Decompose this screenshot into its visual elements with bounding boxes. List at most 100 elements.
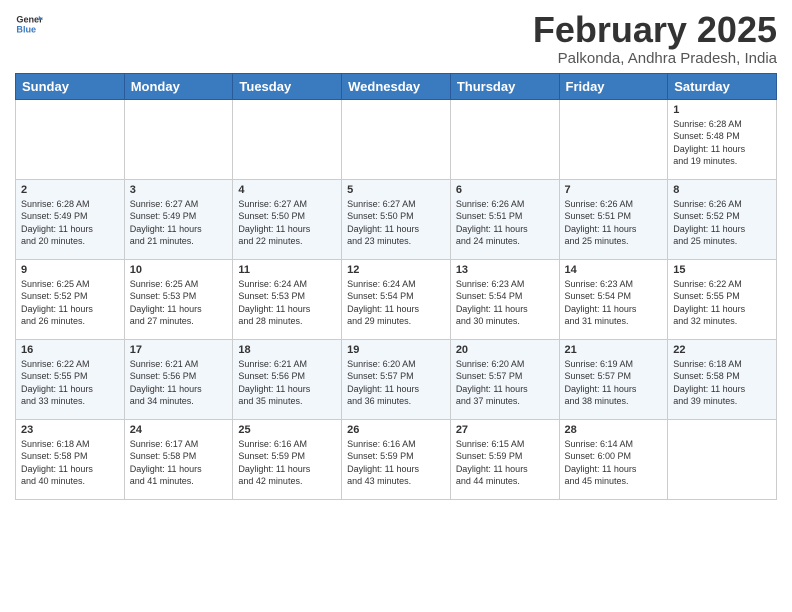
day-number: 15 <box>673 264 771 276</box>
header-day-friday: Friday <box>559 73 668 99</box>
day-cell <box>668 419 777 499</box>
day-cell: 19 Sunrise: 6:20 AM Sunset: 5:57 PM Dayli… <box>342 339 451 419</box>
day-cell: 16Sunrise: 6:22 AM Sunset: 5:55 PM Dayli… <box>16 339 125 419</box>
day-number: 22 <box>673 344 771 356</box>
day-cell: 10 Sunrise: 6:25 AM Sunset: 5:53 PM Dayli… <box>124 259 233 339</box>
header-day-sunday: Sunday <box>16 73 125 99</box>
header-day-saturday: Saturday <box>668 73 777 99</box>
header-day-tuesday: Tuesday <box>233 73 342 99</box>
calendar-subtitle: Palkonda, Andhra Pradesh, India <box>533 50 777 67</box>
day-cell: 28Sunrise: 6:14 AM Sunset: 6:00 PM Dayli… <box>559 419 668 499</box>
day-cell: 3 Sunrise: 6:27 AM Sunset: 5:49 PM Daylig… <box>124 179 233 259</box>
day-number: 18 <box>238 344 336 356</box>
day-number: 12 <box>347 264 445 276</box>
day-info: Sunrise: 6:20 AM Sunset: 5:57 PM Dayligh… <box>347 358 445 408</box>
day-cell: 14 Sunrise: 6:23 AM Sunset: 5:54 PM Dayli… <box>559 259 668 339</box>
day-number: 24 <box>130 424 228 436</box>
day-number: 19 <box>347 344 445 356</box>
day-number: 2 <box>21 184 119 196</box>
day-info: Sunrise: 6:25 AM Sunset: 5:53 PM Dayligh… <box>130 278 228 328</box>
day-info: Sunrise: 6:18 AM Sunset: 5:58 PM Dayligh… <box>21 438 119 488</box>
day-info: Sunrise: 6:28 AM Sunset: 5:49 PM Dayligh… <box>21 198 119 248</box>
week-row-1: 2 Sunrise: 6:28 AM Sunset: 5:49 PM Daylig… <box>16 179 777 259</box>
page: General Blue February 2025 Palkonda, And… <box>0 0 792 510</box>
day-number: 28 <box>565 424 663 436</box>
week-row-0: 1 Sunrise: 6:28 AM Sunset: 5:48 PM Daylig… <box>16 99 777 179</box>
logo: General Blue <box>15 10 43 38</box>
day-info: Sunrise: 6:26 AM Sunset: 5:52 PM Dayligh… <box>673 198 771 248</box>
day-info: Sunrise: 6:20 AM Sunset: 5:57 PM Dayligh… <box>456 358 554 408</box>
calendar-header: SundayMondayTuesdayWednesdayThursdayFrid… <box>16 73 777 99</box>
day-info: Sunrise: 6:28 AM Sunset: 5:48 PM Dayligh… <box>673 118 771 168</box>
svg-text:Blue: Blue <box>16 24 36 34</box>
day-cell: 22 Sunrise: 6:18 AM Sunset: 5:58 PM Dayli… <box>668 339 777 419</box>
logo-icon: General Blue <box>15 10 43 38</box>
day-number: 1 <box>673 104 771 116</box>
day-info: Sunrise: 6:22 AM Sunset: 5:55 PM Dayligh… <box>21 358 119 408</box>
day-cell: 7 Sunrise: 6:26 AM Sunset: 5:51 PM Daylig… <box>559 179 668 259</box>
day-cell: 8Sunrise: 6:26 AM Sunset: 5:52 PM Daylig… <box>668 179 777 259</box>
day-cell: 4 Sunrise: 6:27 AM Sunset: 5:50 PM Daylig… <box>233 179 342 259</box>
day-number: 17 <box>130 344 228 356</box>
day-number: 14 <box>565 264 663 276</box>
calendar-table: SundayMondayTuesdayWednesdayThursdayFrid… <box>15 73 777 500</box>
day-number: 27 <box>456 424 554 436</box>
day-cell: 1 Sunrise: 6:28 AM Sunset: 5:48 PM Daylig… <box>668 99 777 179</box>
day-cell: 23 Sunrise: 6:18 AM Sunset: 5:58 PM Dayli… <box>16 419 125 499</box>
day-number: 10 <box>130 264 228 276</box>
day-cell: 9 Sunrise: 6:25 AM Sunset: 5:52 PM Daylig… <box>16 259 125 339</box>
week-row-3: 16Sunrise: 6:22 AM Sunset: 5:55 PM Dayli… <box>16 339 777 419</box>
day-info: Sunrise: 6:21 AM Sunset: 5:56 PM Dayligh… <box>130 358 228 408</box>
day-number: 26 <box>347 424 445 436</box>
day-number: 20 <box>456 344 554 356</box>
day-cell <box>559 99 668 179</box>
day-number: 6 <box>456 184 554 196</box>
day-info: Sunrise: 6:27 AM Sunset: 5:50 PM Dayligh… <box>238 198 336 248</box>
week-row-2: 9 Sunrise: 6:25 AM Sunset: 5:52 PM Daylig… <box>16 259 777 339</box>
header-row: SundayMondayTuesdayWednesdayThursdayFrid… <box>16 73 777 99</box>
day-number: 11 <box>238 264 336 276</box>
day-info: Sunrise: 6:24 AM Sunset: 5:53 PM Dayligh… <box>238 278 336 328</box>
day-cell: 27 Sunrise: 6:15 AM Sunset: 5:59 PM Dayli… <box>450 419 559 499</box>
day-info: Sunrise: 6:26 AM Sunset: 5:51 PM Dayligh… <box>565 198 663 248</box>
day-cell <box>16 99 125 179</box>
day-cell: 20 Sunrise: 6:20 AM Sunset: 5:57 PM Dayli… <box>450 339 559 419</box>
day-info: Sunrise: 6:15 AM Sunset: 5:59 PM Dayligh… <box>456 438 554 488</box>
day-info: Sunrise: 6:19 AM Sunset: 5:57 PM Dayligh… <box>565 358 663 408</box>
day-number: 5 <box>347 184 445 196</box>
day-info: Sunrise: 6:23 AM Sunset: 5:54 PM Dayligh… <box>565 278 663 328</box>
day-cell <box>124 99 233 179</box>
day-number: 3 <box>130 184 228 196</box>
day-info: Sunrise: 6:18 AM Sunset: 5:58 PM Dayligh… <box>673 358 771 408</box>
calendar-title: February 2025 <box>533 10 777 50</box>
day-cell: 2 Sunrise: 6:28 AM Sunset: 5:49 PM Daylig… <box>16 179 125 259</box>
header-day-thursday: Thursday <box>450 73 559 99</box>
day-info: Sunrise: 6:25 AM Sunset: 5:52 PM Dayligh… <box>21 278 119 328</box>
day-cell <box>450 99 559 179</box>
day-info: Sunrise: 6:16 AM Sunset: 5:59 PM Dayligh… <box>238 438 336 488</box>
day-number: 23 <box>21 424 119 436</box>
day-number: 9 <box>21 264 119 276</box>
header-day-monday: Monday <box>124 73 233 99</box>
day-number: 7 <box>565 184 663 196</box>
title-block: February 2025 Palkonda, Andhra Pradesh, … <box>533 10 777 67</box>
day-cell: 11 Sunrise: 6:24 AM Sunset: 5:53 PM Dayli… <box>233 259 342 339</box>
day-info: Sunrise: 6:27 AM Sunset: 5:49 PM Dayligh… <box>130 198 228 248</box>
calendar-body: 1 Sunrise: 6:28 AM Sunset: 5:48 PM Daylig… <box>16 99 777 499</box>
day-cell: 17 Sunrise: 6:21 AM Sunset: 5:56 PM Dayli… <box>124 339 233 419</box>
day-cell <box>233 99 342 179</box>
day-info: Sunrise: 6:21 AM Sunset: 5:56 PM Dayligh… <box>238 358 336 408</box>
day-cell: 12Sunrise: 6:24 AM Sunset: 5:54 PM Dayli… <box>342 259 451 339</box>
day-number: 25 <box>238 424 336 436</box>
day-cell: 15 Sunrise: 6:22 AM Sunset: 5:55 PM Dayli… <box>668 259 777 339</box>
day-number: 13 <box>456 264 554 276</box>
header: General Blue February 2025 Palkonda, And… <box>15 10 777 67</box>
day-cell: 5Sunrise: 6:27 AM Sunset: 5:50 PM Daylig… <box>342 179 451 259</box>
day-cell: 6 Sunrise: 6:26 AM Sunset: 5:51 PM Daylig… <box>450 179 559 259</box>
day-number: 21 <box>565 344 663 356</box>
day-number: 4 <box>238 184 336 196</box>
day-info: Sunrise: 6:22 AM Sunset: 5:55 PM Dayligh… <box>673 278 771 328</box>
day-cell: 18 Sunrise: 6:21 AM Sunset: 5:56 PM Dayli… <box>233 339 342 419</box>
day-cell: 13Sunrise: 6:23 AM Sunset: 5:54 PM Dayli… <box>450 259 559 339</box>
day-info: Sunrise: 6:26 AM Sunset: 5:51 PM Dayligh… <box>456 198 554 248</box>
